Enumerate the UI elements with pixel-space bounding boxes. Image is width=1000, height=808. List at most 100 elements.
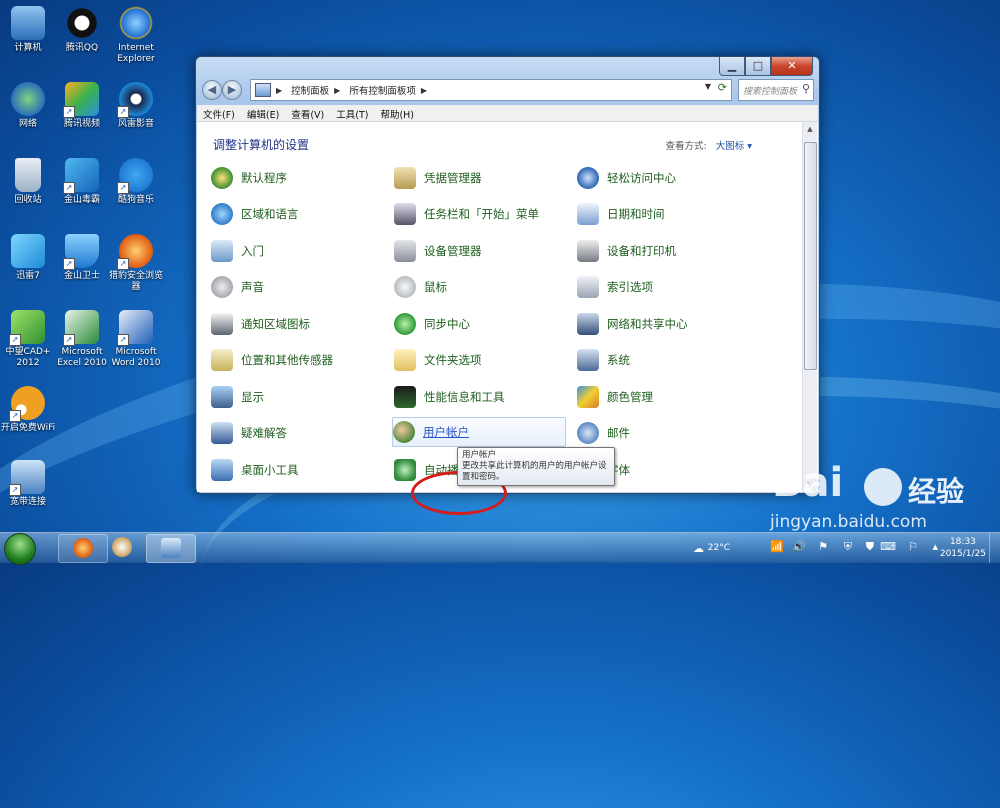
tray-app-icon[interactable]: ⚑: [818, 540, 828, 553]
desktop-icon-label: 金山卫士: [63, 271, 100, 281]
cp-item-notification-icons[interactable]: 通知区域图标: [211, 310, 381, 338]
cp-item-mouse[interactable]: 鼠标: [394, 273, 564, 301]
notification-area-icon: [211, 313, 233, 335]
desktop-icon-free-wifi[interactable]: ↗ 开启免费WiFi: [0, 386, 56, 434]
default-programs-icon: [211, 167, 233, 189]
breadcrumb-all-items[interactable]: 所有控制面板项: [349, 83, 416, 97]
cp-item-indexing[interactable]: 索引选项: [577, 273, 747, 301]
weather-cloud-icon[interactable]: ☁: [693, 542, 704, 555]
clock-time: 18:33: [949, 537, 976, 547]
desktop-icon-recycle-bin[interactable]: 回收站: [0, 158, 56, 206]
cp-item-taskbar-start-menu[interactable]: 任务栏和「开始」菜单: [394, 200, 564, 228]
view-by-dropdown[interactable]: 大图标 ▾: [716, 141, 752, 152]
cp-item-label: 设备和打印机: [607, 244, 676, 258]
cp-item-devices-printers[interactable]: 设备和打印机: [577, 237, 747, 265]
cp-item-region-language[interactable]: 区域和语言: [211, 200, 381, 228]
cp-item-default-programs[interactable]: 默认程序: [211, 164, 381, 192]
address-bar[interactable]: ▶ 控制面板 ▶ 所有控制面板项 ▶ ▼ ⟳: [250, 79, 732, 101]
cp-item-mail[interactable]: 邮件: [577, 419, 747, 447]
menu-help[interactable]: 帮助(H): [374, 105, 420, 121]
menu-tools[interactable]: 工具(T): [330, 105, 374, 121]
desktop-icon-computer[interactable]: 计算机: [0, 6, 56, 54]
cp-item-label: 任务栏和「开始」菜单: [424, 207, 539, 221]
desktop-icon-broadband[interactable]: ↗ 宽带连接: [0, 460, 56, 508]
desktop-icon-kugou[interactable]: ↗ 酷狗音乐: [108, 158, 164, 206]
tray-flag-icon[interactable]: ⚐: [908, 540, 918, 553]
volume-icon[interactable]: 🔊: [792, 540, 806, 553]
minimize-button[interactable]: ▁: [719, 57, 745, 76]
cp-item-date-time[interactable]: 日期和时间: [577, 200, 747, 228]
maximize-button[interactable]: □: [745, 57, 771, 76]
forward-button[interactable]: ▶: [222, 80, 242, 100]
scroll-up-icon[interactable]: ▲: [803, 122, 817, 136]
temperature[interactable]: 22°C: [708, 543, 730, 553]
desktop-icon-liebao[interactable]: ↗ 猎豹安全浏览器: [108, 234, 164, 293]
desktop-icon-duba[interactable]: ↗ 金山毒霸: [54, 158, 110, 206]
desktop-icon-network[interactable]: 网络: [0, 82, 56, 130]
cp-item-sound[interactable]: 声音: [211, 273, 381, 301]
desktop-icon-xunlei[interactable]: 迅雷7: [0, 234, 56, 282]
desktop-icon-word[interactable]: ↗ Microsoft Word 2010: [108, 310, 164, 369]
autoplay-icon: [394, 459, 416, 481]
tray-input-icon[interactable]: ⌨: [880, 540, 896, 553]
cp-item-label: 位置和其他传感器: [241, 353, 333, 367]
taskbar-control-panel[interactable]: [146, 534, 196, 563]
tray-shield-icon[interactable]: ⛨: [844, 540, 852, 554]
cp-item-ease-of-access[interactable]: 轻松访问中心: [577, 164, 747, 192]
cp-item-system[interactable]: 系统: [577, 346, 747, 374]
cp-item-sync-center[interactable]: 同步中心: [394, 310, 564, 338]
search-input[interactable]: 搜索控制面板 ⚲: [738, 79, 814, 101]
cp-item-user-accounts[interactable]: 用户帐户: [392, 417, 566, 447]
window-caption-buttons: ▁ □ ✕: [719, 57, 813, 76]
scroll-thumb[interactable]: [804, 142, 817, 370]
desktop-icon-excel[interactable]: ↗ Microsoft Excel 2010: [54, 310, 110, 369]
cp-item-gadgets[interactable]: 桌面小工具: [211, 456, 381, 484]
network-globe-icon: [11, 82, 45, 116]
refresh-icon[interactable]: ⟳: [718, 81, 727, 94]
duba-antivirus-icon: ↗: [63, 158, 99, 194]
cp-item-getting-started[interactable]: 入门: [211, 237, 381, 265]
desktop-icon-label: 腾讯QQ: [65, 43, 99, 53]
vertical-scrollbar[interactable]: ▲ ▼: [802, 122, 817, 492]
breadcrumb-control-panel[interactable]: 控制面板: [291, 83, 329, 97]
cp-item-network-sharing[interactable]: 网络和共享中心: [577, 310, 747, 338]
desktop-icon-ie[interactable]: Internet Explorer: [108, 6, 164, 65]
cp-item-label: 同步中心: [424, 317, 470, 331]
system-computer-icon: [577, 349, 599, 371]
menu-view[interactable]: 查看(V): [285, 105, 330, 121]
menu-edit[interactable]: 编辑(E): [241, 105, 285, 121]
cp-item-label: 入门: [241, 244, 264, 258]
cp-item-troubleshooting[interactable]: 疑难解答: [211, 419, 381, 447]
taskbar-paint[interactable]: [98, 534, 146, 561]
desktop-icon-fenglei[interactable]: ↗ 风雷影音: [108, 82, 164, 130]
close-button[interactable]: ✕: [771, 57, 813, 76]
tray-expand-icon[interactable]: ▴: [932, 540, 938, 553]
tray-security-icon[interactable]: ⛊: [866, 540, 874, 554]
wifi-signal-icon[interactable]: 📶: [770, 540, 784, 553]
wifi-icon: ↗: [9, 386, 45, 422]
taskbar-icon: [394, 203, 416, 225]
printer-icon: [577, 240, 599, 262]
cp-item-device-manager[interactable]: 设备管理器: [394, 237, 564, 265]
cp-item-label: 声音: [241, 280, 264, 294]
cp-item-display[interactable]: 显示: [211, 383, 381, 411]
back-button[interactable]: ◀: [202, 80, 222, 100]
cp-item-credential-manager[interactable]: 凭据管理器: [394, 164, 564, 192]
show-desktop-button[interactable]: [989, 533, 1000, 563]
clock[interactable]: 18:33 2015/1/25: [940, 536, 986, 560]
desktop-icon-tencent-video[interactable]: ↗ 腾讯视频: [54, 82, 110, 130]
cp-item-color-management[interactable]: 颜色管理: [577, 383, 747, 411]
cp-item-location-sensors[interactable]: 位置和其他传感器: [211, 346, 381, 374]
cp-item-label: 性能信息和工具: [424, 390, 505, 404]
cp-item-performance[interactable]: 性能信息和工具: [394, 383, 564, 411]
cp-item-label: 文件夹选项: [424, 353, 482, 367]
desktop-icon-jinshan-weishi[interactable]: ↗ 金山卫士: [54, 234, 110, 282]
start-button[interactable]: [4, 533, 36, 565]
desktop-icon-qq[interactable]: 腾讯QQ: [54, 6, 110, 54]
cp-item-folder-options[interactable]: 文件夹选项: [394, 346, 564, 374]
view-by: 查看方式: 大图标 ▾: [665, 138, 752, 152]
address-dropdown-icon[interactable]: ▼: [705, 82, 711, 91]
menu-file[interactable]: 文件(F): [197, 105, 241, 121]
desktop-icon-zwcad[interactable]: ↗ 中望CAD+ 2012: [0, 310, 56, 369]
watermark-brand: Bai: [772, 460, 844, 506]
